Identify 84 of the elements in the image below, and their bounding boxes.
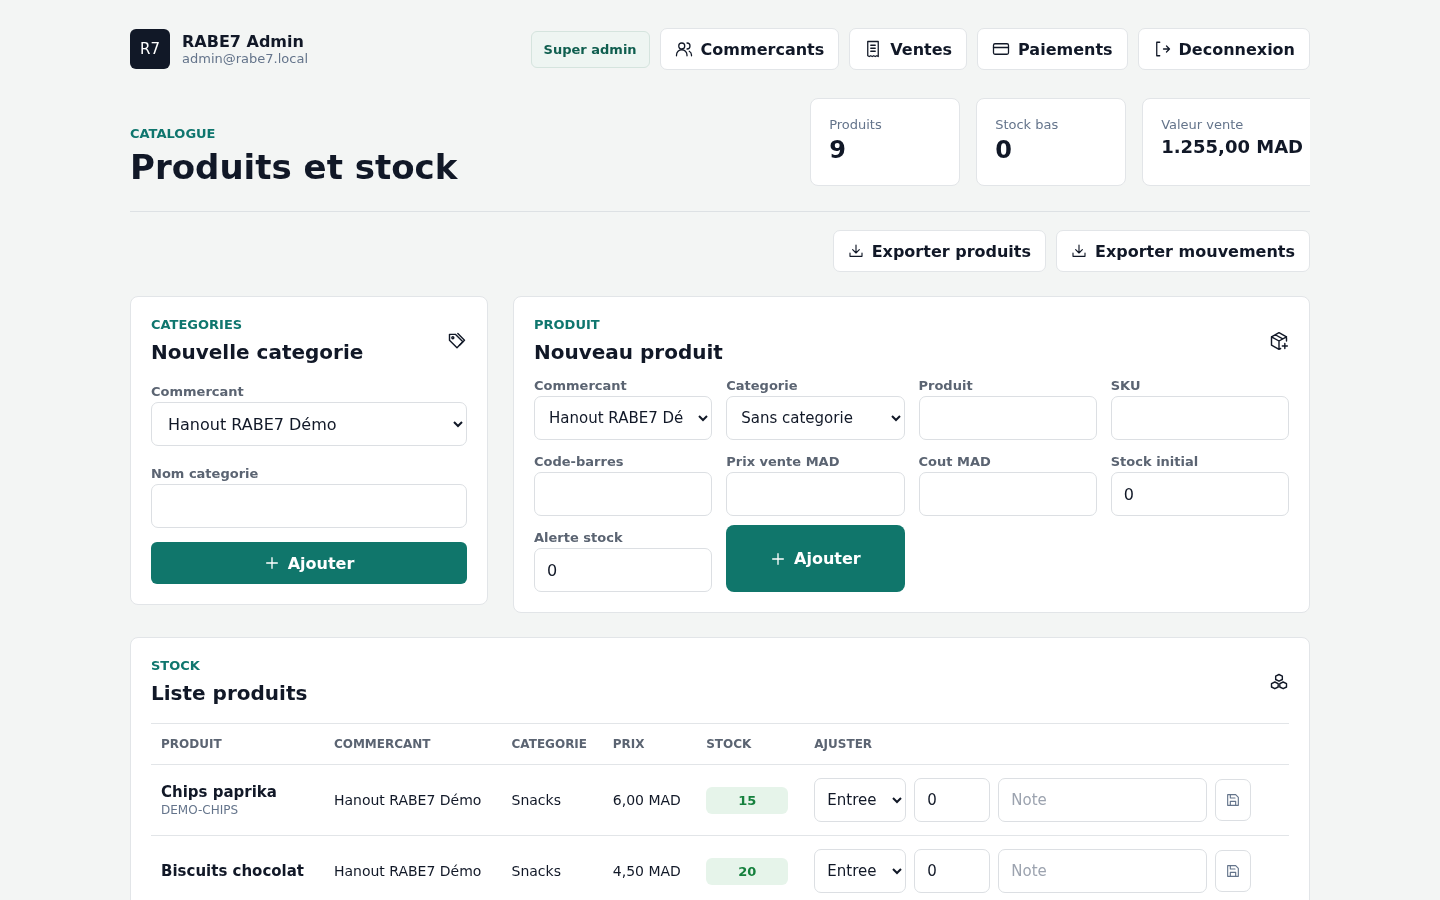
input-field[interactable] [918, 396, 1097, 440]
package-plus-icon [1269, 330, 1289, 351]
column-header: CATEGORIE [501, 723, 603, 765]
note-field[interactable]: Note [998, 778, 1208, 822]
field-label: Stock initial [1110, 454, 1200, 469]
quantity-field[interactable]: 0 [914, 849, 991, 893]
save-button[interactable] [1215, 850, 1252, 892]
table-cell: Hanout RABE7 Démo [333, 792, 482, 808]
field-label: Commercant [534, 378, 628, 393]
boxes-icon [1269, 671, 1289, 692]
plus-icon [263, 555, 280, 571]
movement-select[interactable]: Entree [814, 778, 907, 822]
nav-button[interactable]: Ventes [849, 28, 968, 70]
dropdown[interactable]: Sans categorie [726, 396, 905, 440]
table-cell: Snacks [511, 863, 561, 879]
column-header: PRODUIT [151, 723, 324, 765]
nav-button[interactable]: Deconnexion [1137, 28, 1310, 70]
input-field[interactable] [1110, 396, 1289, 440]
card-title: Nouveau produit [534, 340, 723, 364]
input-field[interactable] [918, 472, 1097, 516]
product-sku: DEMO-CHIPS [161, 803, 240, 817]
product-name: Biscuits chocolat [161, 862, 306, 880]
card-eyebrow: CATEGORIES [151, 317, 244, 332]
page-title: Produits et stock [130, 147, 458, 187]
input-field[interactable]: 0 [1110, 472, 1289, 516]
section-eyebrow: CATALOGUE [130, 126, 217, 141]
save-icon [1225, 863, 1242, 879]
field-label: Produit [918, 378, 974, 393]
tags-icon [447, 330, 467, 351]
app-name: RABE7 Admin [182, 32, 305, 51]
card-eyebrow: STOCK [151, 658, 201, 673]
table-cell: 6,00 MAD [612, 792, 681, 808]
stat-label: Valeur vente [1161, 117, 1244, 132]
nav-button[interactable]: Paiements [977, 28, 1128, 70]
table-cell: Hanout RABE7 Démo [333, 863, 482, 879]
note-field[interactable]: Note [998, 849, 1208, 893]
field-label: SKU [1110, 378, 1142, 393]
field-label: Prix vente MAD [726, 454, 841, 469]
logo: R7 [130, 29, 170, 69]
card-eyebrow: PRODUIT [534, 317, 601, 332]
download-icon [847, 243, 864, 259]
dropdown[interactable]: Hanout RABE7 Dé [534, 396, 713, 440]
movement-select[interactable]: Entree [814, 849, 907, 893]
field-label: Code-barres [534, 454, 625, 469]
input-field[interactable] [726, 472, 905, 516]
column-header: STOCK [696, 723, 805, 765]
stat-value: 0 [995, 136, 1012, 164]
user-email: admin@rabe7.local [182, 51, 308, 66]
merchant-select[interactable]: Hanout RABE7 Démo [151, 402, 467, 446]
stock-count: 20 [706, 857, 789, 885]
input-field[interactable]: 0 [534, 548, 713, 592]
card-title: Nouvelle categorie [151, 340, 364, 364]
credit-card-icon [992, 40, 1011, 58]
stat-value: 1.255,00 MAD [1161, 136, 1303, 157]
field-label: Alerte stock [534, 530, 624, 545]
product-name: Chips paprika [161, 783, 278, 801]
input-field[interactable] [534, 472, 713, 516]
nav-button[interactable]: Commercants [659, 28, 840, 70]
export-button[interactable]: Exporter produits [832, 230, 1047, 272]
stat-label: Stock bas [995, 117, 1059, 132]
add-button[interactable]: Ajouter [151, 542, 467, 584]
role-badge: Super admin [530, 30, 650, 68]
column-header: COMMERCANT [323, 723, 502, 765]
export-button[interactable]: Exporter mouvements [1056, 230, 1310, 272]
users-icon [674, 40, 693, 58]
stat-value: 9 [829, 136, 846, 164]
save-icon [1225, 792, 1242, 808]
field-label: Nom categorie [151, 466, 260, 481]
table-cell: Snacks [511, 792, 561, 808]
add-button[interactable]: Ajouter [726, 525, 905, 592]
download-icon [1071, 243, 1088, 259]
field-label: Categorie [726, 378, 799, 393]
table-cell: 4,50 MAD [612, 863, 681, 879]
field-label: Cout MAD [918, 454, 992, 469]
category-name-field[interactable] [151, 484, 467, 528]
card-title: Liste produits [151, 681, 308, 705]
field-label: Commercant [151, 384, 245, 399]
column-header: PRIX [602, 723, 697, 765]
quantity-field[interactable]: 0 [914, 778, 991, 822]
stock-count: 15 [706, 786, 789, 814]
save-button[interactable] [1215, 779, 1252, 821]
column-header: AJUSTER [804, 723, 1289, 765]
stat-label: Produits [829, 117, 882, 132]
plus-icon [770, 550, 787, 567]
